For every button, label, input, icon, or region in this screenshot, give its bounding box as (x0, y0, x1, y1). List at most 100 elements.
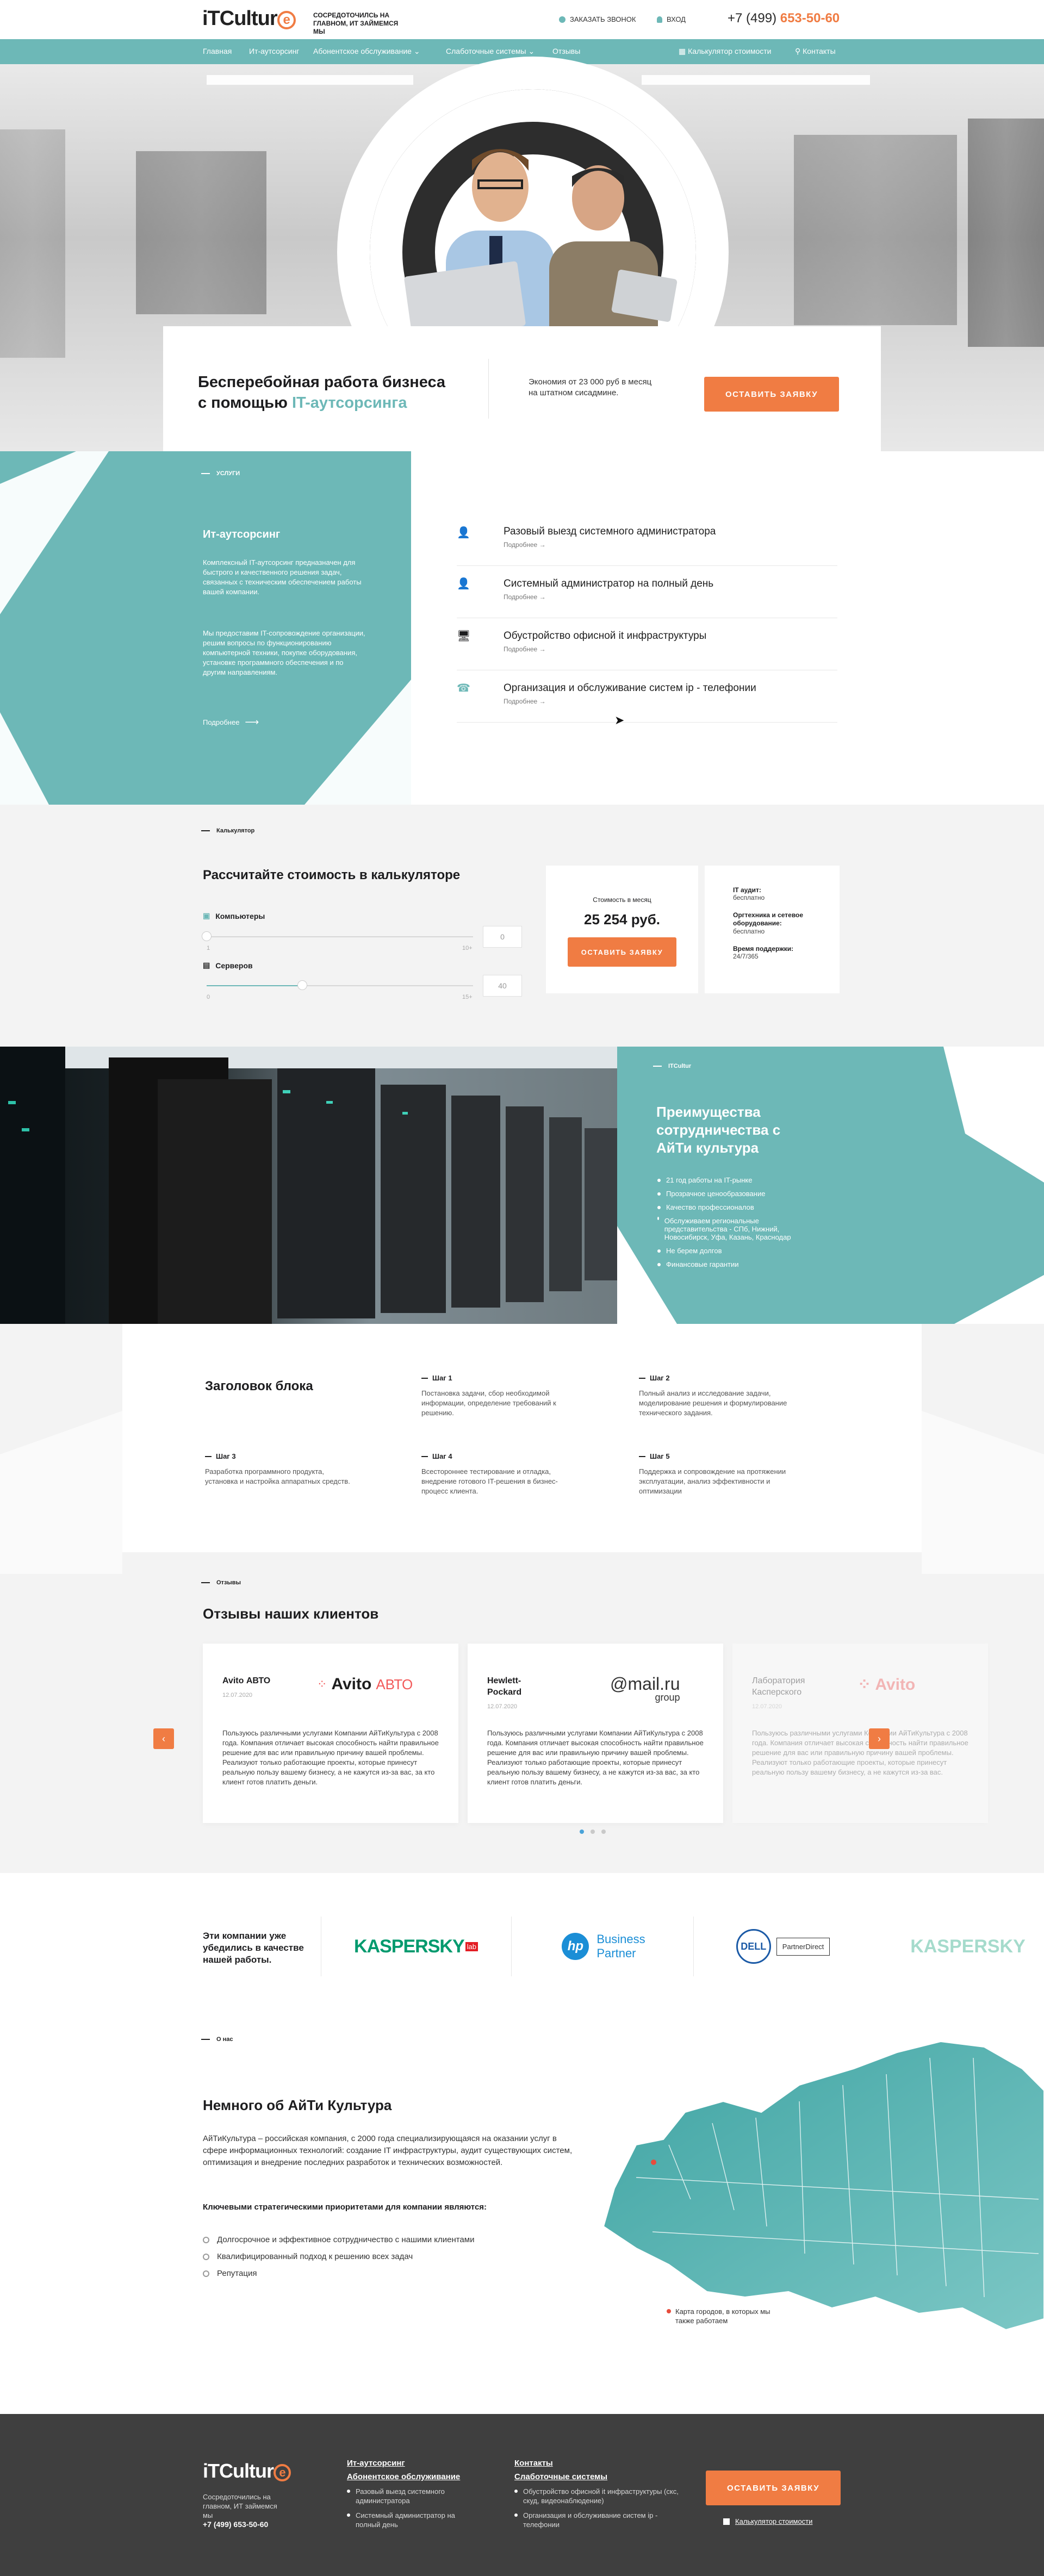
services-more-link[interactable]: Подробнее ⟶ (203, 717, 259, 728)
avito-suffix: АВТО (376, 1676, 413, 1693)
step-title: Шаг 2 (639, 1374, 802, 1382)
service-item-text: Организация и обслуживание систем ip - т… (504, 682, 756, 705)
servers-slider-fill (207, 985, 303, 986)
review-card: Avito АВТО 12.07.2020 ⁘ Avito АВТО Польз… (203, 1644, 458, 1823)
advantage-item: Обслуживаем региональные представительст… (657, 1217, 821, 1241)
nav-item-low-current-label: Слаботочные системы (446, 47, 526, 55)
servers-min: 0 (207, 994, 210, 1000)
header-phone[interactable]: +7 (499) 653-50-60 (728, 11, 840, 26)
kaspersky-wordmark: KASPERSKY (354, 1936, 465, 1957)
avito-dots-icon: ⁘ (317, 1677, 327, 1691)
footer-link[interactable]: Обустройство офисной it инфраструктуры (… (514, 2487, 683, 2505)
footer-cta-button[interactable]: ОСТАВИТЬ ЗАЯВКУ (706, 2471, 841, 2505)
servers-slider-handle[interactable] (297, 980, 308, 990)
steps-card: Заголовок блока Шаг 1 Постановка задачи,… (122, 1324, 922, 1552)
logo-mark: e (277, 11, 296, 29)
footer-logo-text: iTCultur (203, 2460, 274, 2482)
servers-count-input[interactable]: 40 (483, 975, 522, 997)
info-equipment-label: Оргтехника и сетевое оборудование: (733, 911, 804, 927)
service-item-more[interactable]: Подробнее → (504, 541, 716, 549)
nav-item-home[interactable]: Главная (203, 47, 232, 55)
server-rack-bg (0, 129, 65, 358)
nav-item-contacts-label: Контакты (803, 47, 836, 55)
footer-logo[interactable]: iTCultur e (203, 2460, 291, 2482)
advantages-title: Преимущества сотрудничества с АйТи культ… (656, 1104, 781, 1156)
advantage-item: Не берем долгов (657, 1247, 821, 1255)
calculator-icon: ▦ (679, 47, 686, 55)
callback-link[interactable]: ЗАКАЗАТЬ ЗВОНОК (559, 15, 636, 23)
nav-item-low-current[interactable]: Слаботочные системы ⌄ (446, 47, 535, 56)
services-section: УСЛУГИ Ит-аутсорсинг Комплексный IT-аутс… (0, 451, 1044, 805)
computer-icon: ▣ (203, 911, 210, 920)
hero-offer-card: Бесперебойная работа бизнеса с помощью I… (163, 326, 881, 451)
step-title: Шаг 5 (639, 1452, 802, 1460)
service-item-active[interactable]: ☎ Организация и обслуживание систем ip -… (457, 670, 837, 723)
service-item[interactable]: 🖥 Обустройство офисной it инфраструктуры… (457, 618, 837, 670)
carousel-dot-active[interactable] (580, 1830, 584, 1834)
footer-column-services: Ит-аутсорсинг Абонентское обслуживание Р… (347, 2459, 477, 2529)
hp-partner-logo: hp Business Partner (522, 1919, 685, 1974)
steps-section: Заголовок блока Шаг 1 Постановка задачи,… (0, 1324, 1044, 1579)
advantages-list: 21 год работы на IT-рынке Прозрачное цен… (657, 1176, 821, 1274)
nav-item-calculator[interactable]: ▦ Калькулятор стоимости (679, 47, 771, 56)
calculator-cta-button[interactable]: ОСТАВИТЬ ЗАЯВКУ (568, 937, 676, 967)
login-link[interactable]: ВХОД (657, 15, 686, 23)
review-card: Hewlett-Pockard 12.07.2020 @mail.ru grou… (468, 1644, 723, 1823)
chevron-right-icon: › (878, 1733, 881, 1744)
review-date: 12.07.2020 (222, 1692, 253, 1698)
service-item-title: Организация и обслуживание систем ip - т… (504, 682, 756, 694)
phone-callback-icon (559, 16, 566, 23)
carousel-dot[interactable] (591, 1830, 595, 1834)
service-item[interactable]: 👤 Разовый выезд системного администратор… (457, 519, 837, 566)
logo[interactable]: iTCultur e (202, 7, 296, 30)
cost-card: Стоимость в месяц 25 254 руб. ОСТАВИТЬ З… (546, 866, 698, 993)
service-item-more[interactable]: Подробнее → (504, 698, 756, 705)
computers-label: ▣ Компьютеры (203, 911, 265, 920)
footer-link[interactable]: Разовый выезд системного администратора (347, 2487, 477, 2505)
priority-item: Квалифицированный подход к решению всех … (203, 2252, 474, 2261)
hero-title-accent: IT-аутсорсинга (291, 394, 407, 412)
computers-count-input[interactable]: 0 (483, 926, 522, 948)
calculator-info-card: IT аудит: бесплатно Оргтехника и сетевое… (705, 866, 840, 993)
footer-calc-link[interactable]: Калькулятор стоимости (723, 2517, 812, 2525)
service-item[interactable]: 👤 Системный администратор на полный день… (457, 566, 837, 618)
service-item-more[interactable]: Подробнее → (504, 593, 713, 601)
step-text: Разработка программного продукта, устано… (205, 1467, 350, 1485)
review-date: 12.07.2020 (487, 1703, 518, 1710)
footer-link[interactable]: Системный администратор на полный день (347, 2511, 477, 2529)
nav-item-contacts[interactable]: ⚲ Контакты (795, 47, 836, 56)
next-arrow-button[interactable]: › (869, 1728, 890, 1749)
footer-phone[interactable]: +7 (499) 653-50-60 (203, 2520, 268, 2529)
footer-link-contacts[interactable]: Контакты (514, 2459, 683, 2468)
service-item-text: Разовый выезд системного администратора … (504, 526, 716, 549)
hp-logo-icon: hp (562, 1933, 589, 1960)
nav-item-subscription[interactable]: Абонентское обслуживание ⌄ (313, 47, 420, 56)
cost-label: Стоимость в месяц (593, 896, 651, 904)
nav-item-outsourcing[interactable]: Ит-аутсорсинг (249, 47, 299, 55)
footer-link-subscription[interactable]: Абонентское обслуживание (347, 2472, 477, 2481)
footer-link-outsourcing[interactable]: Ит-аутсорсинг (347, 2459, 477, 2468)
calculator-section-label: Калькулятор (201, 827, 254, 834)
carousel-dot[interactable] (601, 1830, 606, 1834)
step-title: Шаг 1 (421, 1374, 568, 1382)
footer-column-systems: Контакты Слаботочные системы Обустройств… (514, 2459, 683, 2529)
hero-cta-button[interactable]: ОСТАВИТЬ ЗАЯВКУ (704, 377, 839, 412)
kaspersky-logo-faded: KASPERSKY (892, 1919, 1044, 1974)
review-text: Пользуюсь различными услугами Компании А… (222, 1729, 439, 1786)
footer-link[interactable]: Организация и обслуживание систем ip - т… (514, 2511, 683, 2529)
priority-item: Долгосрочное и эффективное сотрудничеств… (203, 2235, 474, 2244)
computers-slider-track[interactable] (207, 936, 473, 937)
header-tagline: СОСРЕДОТОЧИЛСЬ НА ГЛАВНОМ, ИТ ЗАЙМЕМСЯ М… (313, 11, 399, 35)
prev-arrow-button[interactable]: ‹ (153, 1728, 174, 1749)
computers-slider-handle[interactable] (202, 931, 212, 941)
nav-item-reviews[interactable]: Отзывы (552, 47, 580, 55)
service-item-more-label: Подробнее (504, 698, 538, 705)
service-item-title: Разовый выезд системного администратора (504, 526, 716, 537)
footer-link-low-current[interactable]: Слаботочные системы (514, 2472, 683, 2481)
dell-logo-icon: DELL (736, 1929, 771, 1964)
calculator-icon (723, 2518, 730, 2525)
avito-logo: ⁘ Avito (857, 1675, 915, 1694)
services-intro-panel: УСЛУГИ Ит-аутсорсинг Комплексный IT-аутс… (0, 451, 411, 805)
calculator-section: Калькулятор Рассчитайте стоимость в каль… (0, 805, 1044, 1047)
service-item-more[interactable]: Подробнее → (504, 645, 706, 653)
